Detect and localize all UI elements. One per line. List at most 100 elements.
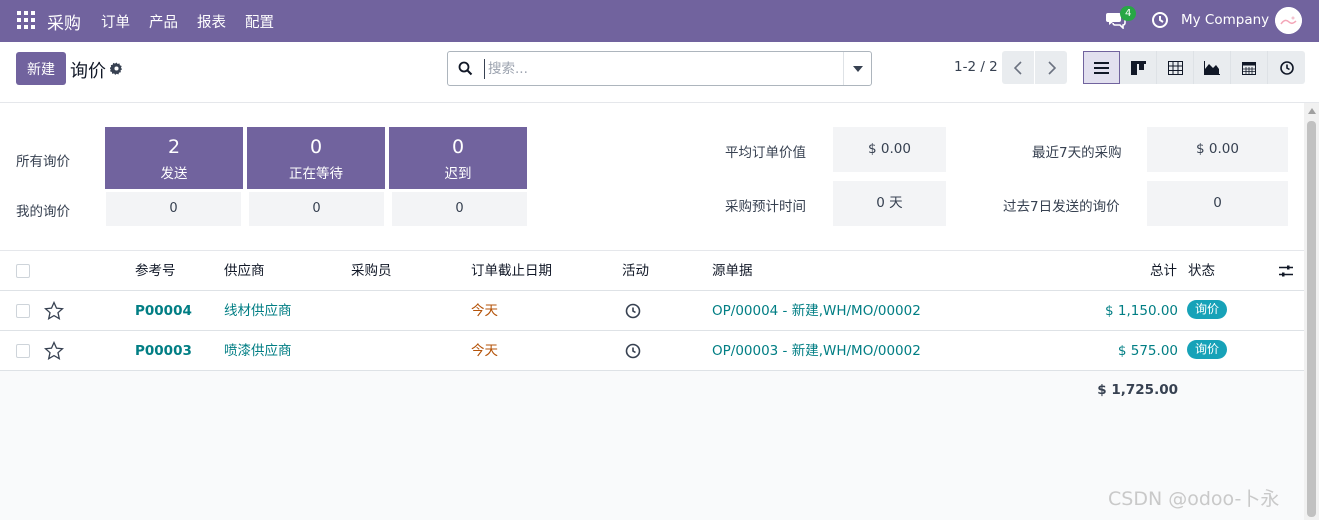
tile-sent-caption: 发送 [160,166,188,182]
calendar-icon [1242,61,1256,75]
clock-icon [1279,60,1294,75]
scroll-thumb[interactable] [1307,121,1316,517]
kpi-last7-purchase-label: 最近7天的采购 [1032,145,1122,161]
star-icon[interactable] [44,301,64,321]
tile-waiting-caption: 正在等待 [289,166,343,182]
tile-late-caption: 迟到 [444,166,472,182]
tile-sent-count: 2 [167,136,181,158]
pager-next-button[interactable] [1035,51,1067,84]
table-row[interactable]: P00004 线材供应商 今天 OP/00004 - 新建,WH/MO/0000… [0,291,1304,331]
chevron-right-icon [1047,60,1056,75]
tile-waiting-count: 0 [309,136,323,158]
star-icon[interactable] [44,341,64,361]
main-menu: 订单 产品 报表 配置 [101,11,293,32]
kpi-lead-time-label: 采购预计时间 [725,199,806,215]
watermark-text: CSDN @odoo-卜永 [1108,488,1280,510]
row-deadline: 今天 [471,303,498,319]
col-header-source[interactable]: 源单据 [712,251,753,291]
activity-clock-icon[interactable] [1151,11,1169,29]
calendar-view-button[interactable] [1231,51,1268,84]
pager-previous-button[interactable] [1002,51,1034,84]
chat-count-badge: 4 [1120,6,1137,21]
search-input[interactable] [484,59,834,79]
kpi-last7-rfq-value: 0 [1147,181,1288,226]
caret-down-icon [852,65,863,72]
row-checkbox[interactable] [16,344,30,358]
activity-view-button[interactable] [1268,51,1305,84]
col-header-status[interactable]: 状态 [1188,251,1215,291]
my-waiting-count[interactable]: 0 [249,192,384,226]
tile-sent[interactable]: 2 发送 [105,127,243,189]
col-header-total[interactable]: 总计 [1150,251,1177,291]
row-vendor[interactable]: 线材供应商 [224,291,292,331]
row-total: $ 575.00 [1117,343,1178,359]
pivot-view-button[interactable] [1157,51,1194,84]
purchase-dashboard: 所有询价 我的询价 2 发送 0 正在等待 0 迟到 0 0 0 平均订单价值 … [0,103,1304,251]
view-switcher [1083,51,1305,84]
graph-view-button[interactable] [1194,51,1231,84]
activity-clock-icon[interactable] [625,343,641,359]
avatar-icon [1275,7,1302,34]
optional-columns-icon[interactable] [1279,264,1293,278]
kanban-view-button[interactable] [1120,51,1157,84]
kpi-last7-purchase-value: $ 0.00 [1147,127,1288,172]
row-reference[interactable]: P00004 [135,291,192,331]
col-header-reference[interactable]: 参考号 [135,251,176,291]
user-avatar[interactable] [1275,7,1302,34]
list-view-button[interactable] [1083,51,1120,84]
grand-total: $ 1,725.00 [1097,382,1178,398]
col-header-buyer[interactable]: 采购员 [351,251,392,291]
rfq-list-table: 参考号 供应商 采购员 订单截止日期 活动 源单据 总计 状态 P00004 线… [0,251,1304,409]
control-panel: 新建 询价 1-2 / 2 [0,42,1319,103]
table-footer: $ 1,725.00 [0,371,1304,409]
new-button[interactable]: 新建 [16,52,66,85]
kpi-lead-time-value: 0 天 [833,181,946,226]
my-late-count[interactable]: 0 [392,192,527,226]
kpi-avg-order-label: 平均订单价值 [725,145,806,161]
col-header-vendor[interactable]: 供应商 [224,251,265,291]
pivot-table-icon [1167,60,1183,75]
app-brand[interactable]: 采购 [47,9,81,34]
company-switcher[interactable]: My Company [1181,12,1269,28]
status-badge: 询价 [1187,340,1228,359]
row-total: $ 1,150.00 [1105,303,1178,319]
list-icon [1094,61,1109,74]
tile-late[interactable]: 0 迟到 [389,127,527,189]
vertical-scrollbar[interactable] [1304,103,1319,520]
activity-clock-icon[interactable] [625,303,641,319]
col-header-deadline[interactable]: 订单截止日期 [471,251,552,291]
select-all-checkbox[interactable] [16,264,30,278]
chevron-left-icon [1013,60,1022,75]
all-rfq-label: 所有询价 [16,154,70,170]
col-header-activity[interactable]: 活动 [622,251,649,291]
kanban-icon [1130,60,1146,75]
search-options-toggle[interactable] [843,52,871,85]
search-icon [458,61,473,76]
row-source-document[interactable]: OP/00004 - 新建,WH/MO/00002 [712,291,921,331]
gear-icon[interactable] [110,62,123,75]
menu-item-orders[interactable]: 订单 [101,11,130,32]
tile-waiting[interactable]: 0 正在等待 [247,127,385,189]
area-chart-icon [1204,60,1220,75]
row-reference[interactable]: P00003 [135,331,192,371]
pager-value[interactable]: 1-2 / 2 [954,59,998,75]
search-bar [447,51,872,86]
row-checkbox[interactable] [16,304,30,318]
top-navbar: 采购 订单 产品 报表 配置 4 My Company [0,0,1319,42]
status-badge: 询价 [1187,300,1228,319]
menu-item-configuration[interactable]: 配置 [245,11,274,32]
scroll-up-arrow[interactable] [1308,108,1316,114]
kpi-last7-rfq-label: 过去7日发送的询价 [1003,199,1120,215]
menu-item-products[interactable]: 产品 [149,11,178,32]
tile-late-count: 0 [451,136,465,158]
kpi-avg-order-value: $ 0.00 [833,127,946,172]
row-source-document[interactable]: OP/00003 - 新建,WH/MO/00002 [712,331,921,371]
menu-item-reporting[interactable]: 报表 [197,11,226,32]
table-header: 参考号 供应商 采购员 订单截止日期 活动 源单据 总计 状态 [0,251,1304,291]
page-title: 询价 [70,61,106,82]
my-sent-count[interactable]: 0 [106,192,241,226]
apps-grid-icon[interactable] [17,11,35,29]
row-deadline: 今天 [471,343,498,359]
row-vendor[interactable]: 喷漆供应商 [224,331,292,371]
table-row[interactable]: P00003 喷漆供应商 今天 OP/00003 - 新建,WH/MO/0000… [0,331,1304,371]
